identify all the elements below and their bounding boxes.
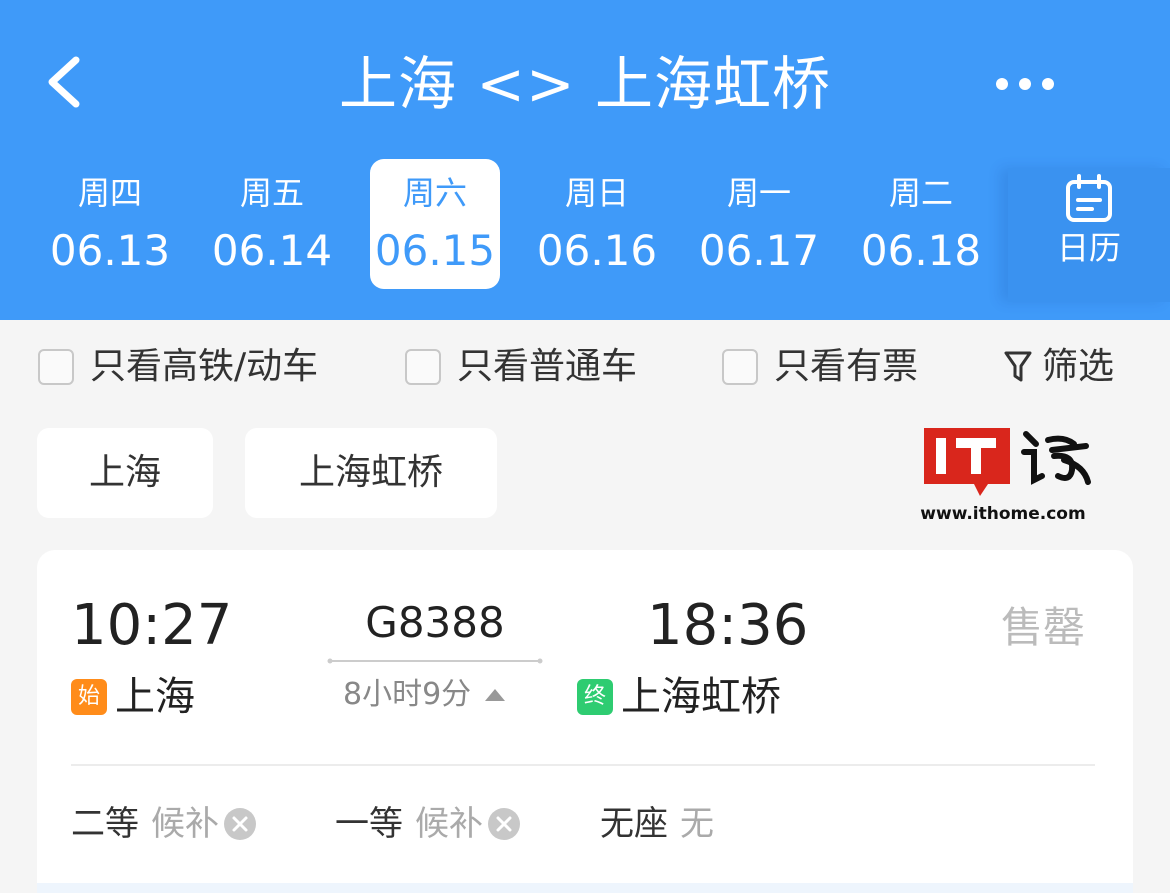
date-tab-date: 06.18 (860, 226, 982, 275)
seat-class: 一等 (335, 804, 403, 844)
date-tab-mon[interactable]: 周一 06.17 (694, 159, 824, 289)
station-chip-shanghai[interactable]: 上海 (37, 428, 213, 518)
route-line (327, 658, 543, 664)
date-tab-weekday: 周二 (888, 174, 953, 212)
filter-high-speed[interactable]: 只看高铁/动车 (38, 342, 318, 392)
date-tab-weekday: 周一 (726, 174, 791, 212)
arrival-station: 终 上海虹桥 (577, 670, 781, 724)
date-tab-date: 06.17 (698, 226, 820, 275)
checkbox[interactable] (405, 349, 441, 385)
duration-toggle[interactable]: 8小时9分 (343, 674, 507, 716)
calendar-button[interactable]: 日历 (1008, 168, 1170, 302)
filter-button-label: 筛选 (1042, 346, 1115, 387)
seat-first-class[interactable]: 一等 候补 (335, 800, 521, 848)
duration-text: 8小时9分 (343, 677, 472, 712)
seat-standing[interactable]: 无座 无 (600, 800, 714, 848)
arrival-time: 18:36 (647, 593, 809, 658)
date-tab-weekday: 周四 (77, 174, 142, 212)
date-tab-fri[interactable]: 周五 06.14 (207, 159, 337, 289)
date-tab-date: 06.14 (211, 226, 333, 275)
filter-label: 只看有票 (774, 346, 919, 387)
more-dots-icon[interactable] (994, 74, 1056, 94)
filter-regular[interactable]: 只看普通车 (405, 342, 637, 392)
filter-available[interactable]: 只看有票 (722, 342, 918, 392)
clear-circle-icon (488, 808, 520, 840)
seat-class: 二等 (71, 804, 139, 844)
checkbox[interactable] (38, 349, 74, 385)
checkbox[interactable] (722, 349, 758, 385)
card-bottom-strip (37, 883, 1133, 893)
date-tab-date: 06.16 (536, 226, 658, 275)
departure-station: 始 上海 (71, 670, 195, 724)
calendar-icon (1066, 174, 1112, 222)
clear-circle-icon (224, 808, 256, 840)
date-tab-sat-selected[interactable]: 周六 06.15 (370, 159, 500, 289)
arrival-station-name: 上海虹桥 (621, 674, 781, 720)
seat-second-class[interactable]: 二等 候补 (71, 800, 257, 848)
date-tab-weekday: 周日 (564, 174, 629, 212)
station-chip-hongqiao[interactable]: 上海虹桥 (245, 428, 497, 518)
filter-label: 只看高铁/动车 (90, 346, 319, 387)
calendar-label: 日历 (1056, 229, 1121, 267)
date-tab-date: 06.15 (374, 226, 496, 275)
seat-availability: 候补 (415, 804, 483, 844)
train-card[interactable]: 10:27 G8388 8小时9分 18:36 始 上海 终 上海虹桥 售罄 二… (37, 550, 1133, 893)
filter-label: 只看普通车 (457, 346, 638, 387)
filter-button[interactable]: 筛选 (1004, 342, 1114, 392)
date-tab-date: 06.13 (49, 226, 171, 275)
expand-up-triangle-icon (485, 689, 506, 701)
date-tab-tue[interactable]: 周二 06.18 (856, 159, 986, 289)
divider (71, 764, 1095, 766)
filter-bar: 只看高铁/动车 只看普通车 只看有票 筛选 (0, 320, 1170, 412)
watermark-url: www.ithome.com (920, 504, 1086, 524)
start-tag: 始 (71, 679, 107, 715)
filter-funnel-icon (1004, 351, 1032, 382)
date-tab-weekday: 周五 (239, 174, 304, 212)
seat-availability: 无 (680, 804, 714, 844)
train-number: G8388 (365, 598, 505, 647)
departure-time: 10:27 (71, 593, 233, 658)
sold-out-status: 售罄 (1001, 603, 1086, 652)
departure-station-name: 上海 (115, 674, 195, 720)
end-tag: 终 (577, 679, 613, 715)
date-tab-weekday: 周六 (402, 174, 467, 212)
date-tab-sun[interactable]: 周日 06.16 (532, 159, 662, 289)
seat-class: 无座 (600, 804, 668, 844)
seat-availability: 候补 (151, 804, 219, 844)
top-bar: 上海 <> 上海虹桥 周四 06.13 周五 06.14 周六 06.15 周日… (0, 0, 1170, 320)
date-tab-thu[interactable]: 周四 06.13 (45, 159, 175, 289)
